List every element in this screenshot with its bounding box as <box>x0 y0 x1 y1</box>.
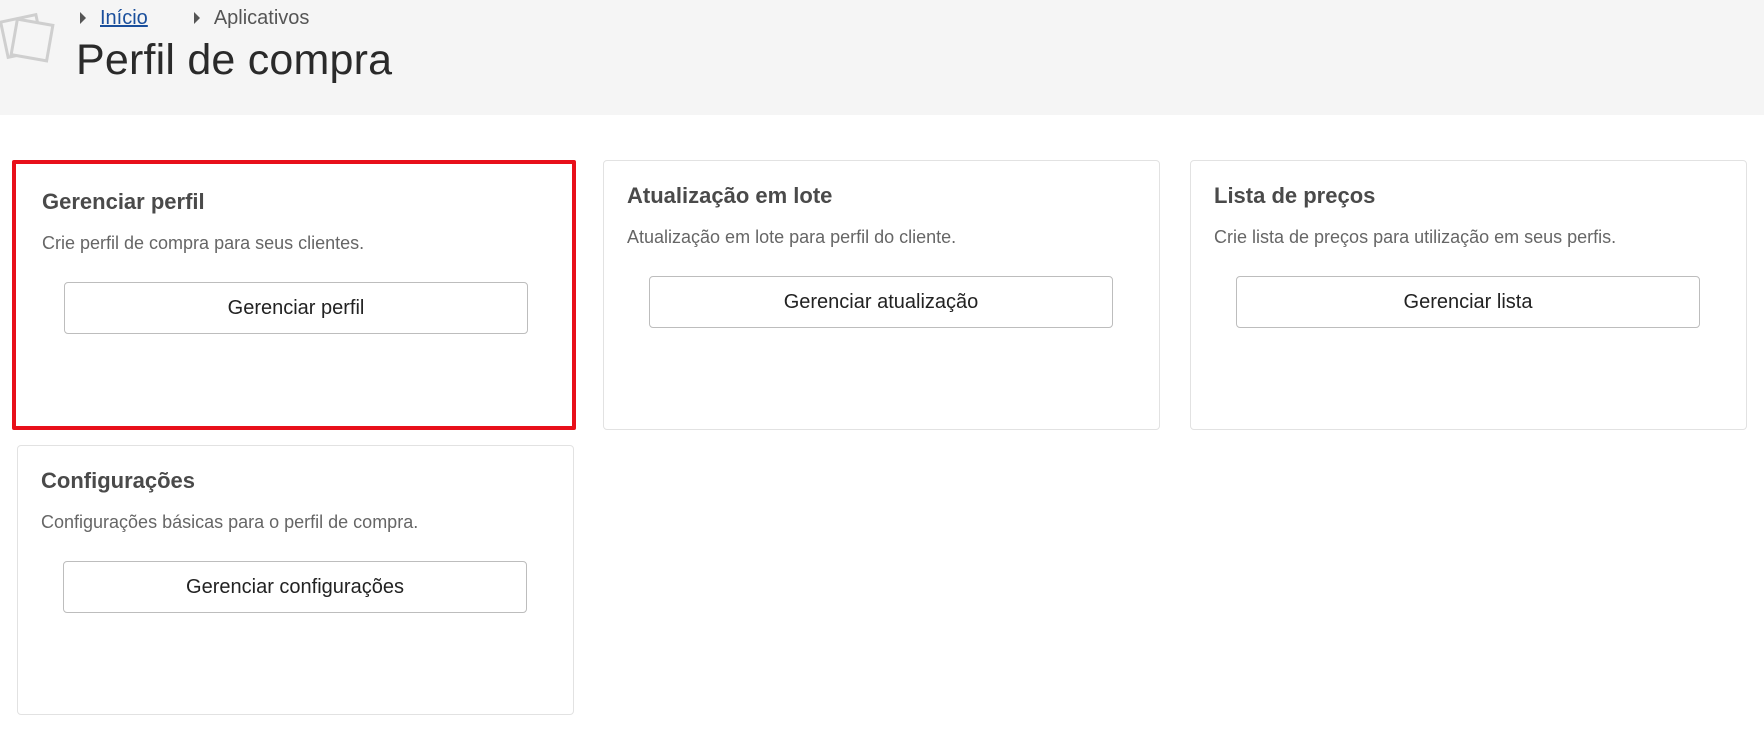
breadcrumb-current-link[interactable]: Aplicativos <box>214 7 310 30</box>
card-title: Configurações <box>41 468 196 493</box>
manage-settings-button[interactable]: Gerenciar configurações <box>63 561 527 613</box>
card-description: Crie lista de preços para utilização em … <box>1214 227 1617 247</box>
breadcrumb-item-home: Início <box>80 7 148 30</box>
page-title: Perfil de compra <box>76 36 393 84</box>
breadcrumb-item-current: Aplicativos <box>193 7 310 30</box>
manage-profile-button[interactable]: Gerenciar perfil <box>64 282 528 334</box>
card-manage-profile: Gerenciar perfil Crie perfil de compra p… <box>12 160 576 430</box>
app-logo-icon <box>0 12 55 63</box>
card-settings: Configurações Configurações básicas para… <box>17 445 574 715</box>
caret-right-icon <box>80 12 86 24</box>
card-title: Lista de preços <box>1214 183 1376 208</box>
card-title: Atualização em lote <box>627 183 833 208</box>
page-header: Início Aplicativos Perfil de compra <box>0 0 1764 115</box>
card-description: Crie perfil de compra para seus clientes… <box>42 233 365 253</box>
breadcrumb-home-link[interactable]: Início <box>100 7 148 30</box>
card-batch-update: Atualização em lote Atualização em lote … <box>603 160 1160 430</box>
breadcrumb: Início Aplicativos <box>80 6 355 30</box>
card-description: Atualização em lote para perfil do clien… <box>627 227 957 247</box>
caret-right-icon <box>193 12 200 24</box>
card-price-list: Lista de preços Crie lista de preços par… <box>1190 160 1747 430</box>
card-description: Configurações básicas para o perfil de c… <box>41 512 419 532</box>
card-title: Gerenciar perfil <box>42 189 205 214</box>
manage-list-button[interactable]: Gerenciar lista <box>1236 276 1700 328</box>
manage-update-button[interactable]: Gerenciar atualização <box>649 276 1113 328</box>
